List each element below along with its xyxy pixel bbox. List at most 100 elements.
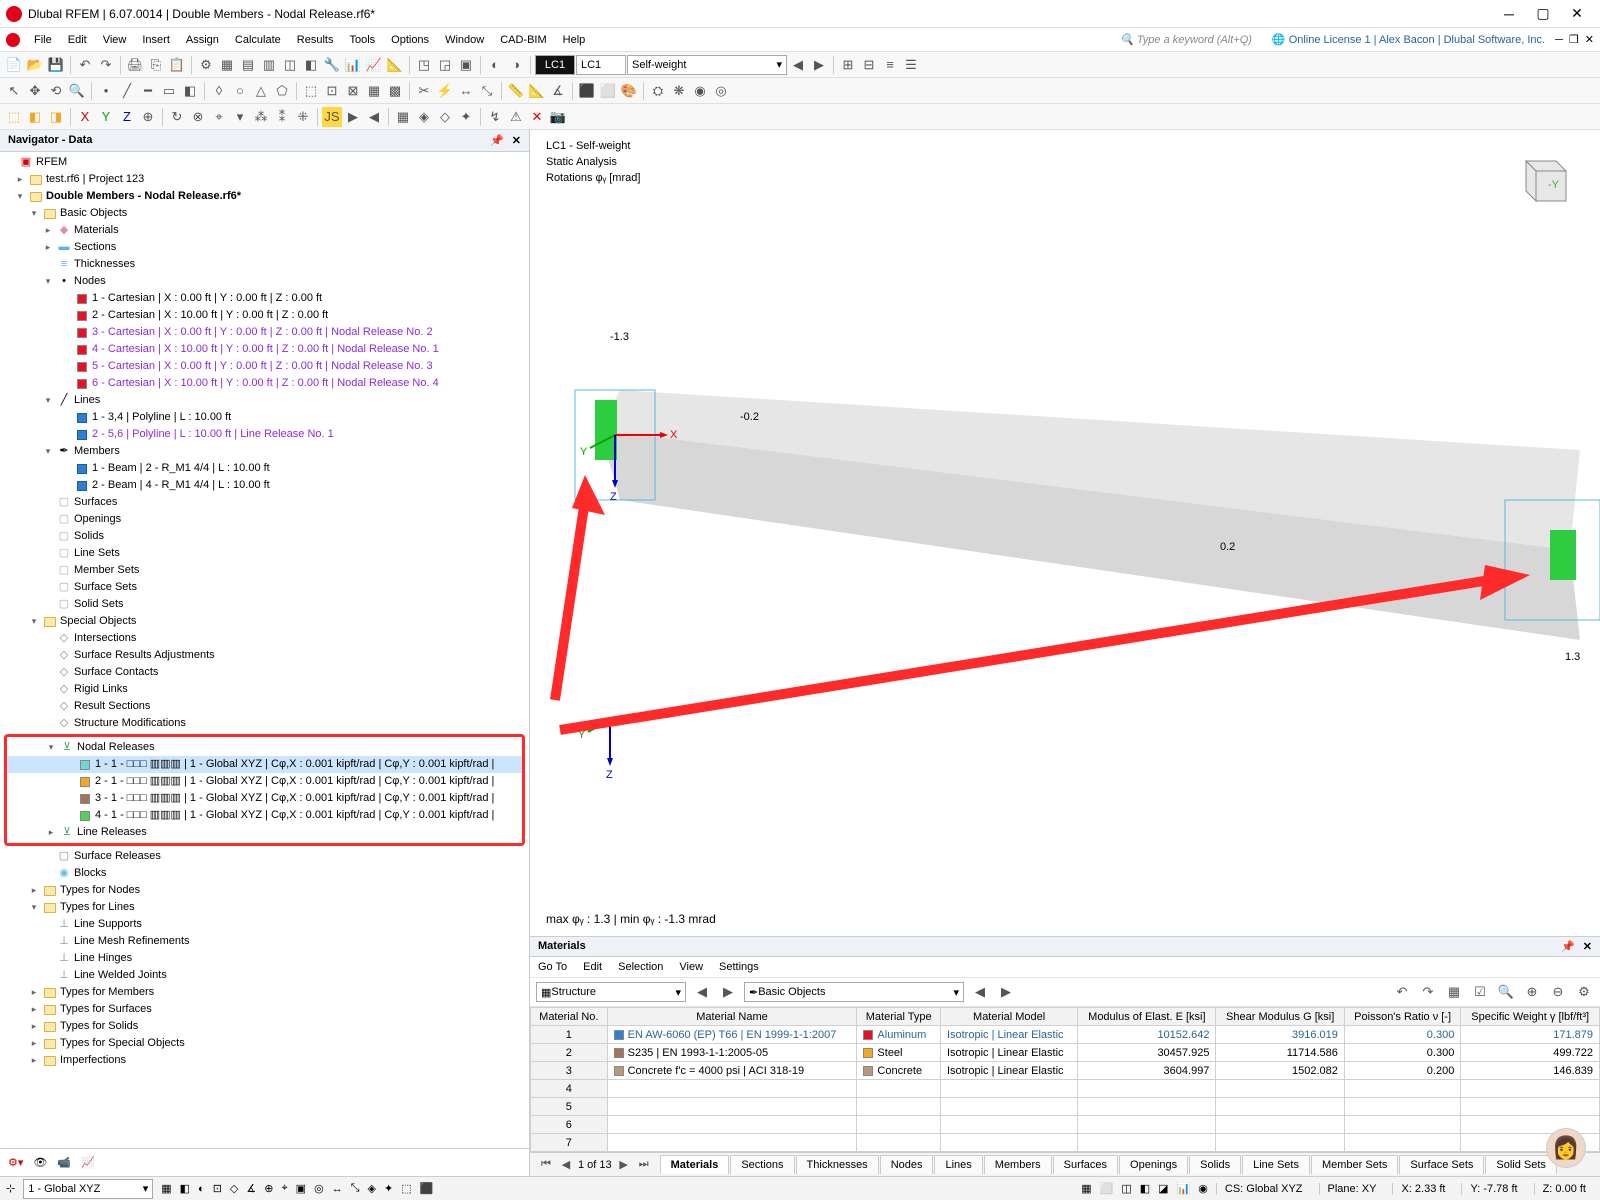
tool-icon[interactable]: 📏: [506, 81, 526, 101]
tool-icon[interactable]: ▣: [456, 55, 476, 75]
tree-item[interactable]: ▾╱Lines: [0, 392, 529, 409]
tool-icon[interactable]: ◳: [414, 55, 434, 75]
tab-nodes[interactable]: Nodes: [880, 1155, 934, 1174]
basic-objects-select[interactable]: ✒ Basic Objects▾: [744, 982, 964, 1002]
tool-icon[interactable]: ↶: [1392, 982, 1412, 1002]
js-icon[interactable]: JS: [322, 107, 342, 127]
tool-icon[interactable]: 🎨: [619, 81, 639, 101]
tree-item[interactable]: ▾Types for Lines: [0, 899, 529, 916]
panel-close-icon[interactable]: ✕: [1583, 941, 1592, 953]
tree-item[interactable]: ◇Structure Modifications: [0, 715, 529, 732]
tree-item[interactable]: ▢Surface Sets: [0, 579, 529, 596]
tool-icon[interactable]: ⁜: [293, 107, 313, 127]
tool-icon[interactable]: ⊟: [859, 55, 879, 75]
tool-icon[interactable]: ◉: [690, 81, 710, 101]
close-button[interactable]: ✕: [1560, 3, 1594, 25]
tree-item[interactable]: ◇Surface Results Adjustments: [0, 647, 529, 664]
lc-code[interactable]: LC1: [576, 55, 626, 75]
sb-icon[interactable]: ∡: [246, 1182, 256, 1195]
prev-page-icon[interactable]: ◀: [558, 1158, 574, 1171]
tool-icon[interactable]: ○: [230, 81, 250, 101]
tool-icon[interactable]: ▥: [259, 55, 279, 75]
nodal-release-item[interactable]: 1 - 1 - □□□ ▥▥▥ | 1 - Global XYZ | Cφ,X …: [7, 756, 522, 773]
tree-line[interactable]: 2 - 5,6 | Polyline | L : 10.00 ft | Line…: [0, 426, 529, 443]
tool-icon[interactable]: ⚡: [435, 81, 455, 101]
col-header[interactable]: Material Type: [857, 1008, 941, 1026]
next-icon[interactable]: ▶: [809, 55, 829, 75]
cube-icon[interactable]: ◧: [25, 107, 45, 127]
sb-icon[interactable]: ◐: [198, 1183, 205, 1195]
tool-icon[interactable]: ⊗: [188, 107, 208, 127]
tool-icon[interactable]: 🔍: [1496, 982, 1516, 1002]
tool-icon[interactable]: ✂: [414, 81, 434, 101]
tool-icon[interactable]: ↻: [167, 107, 187, 127]
tool-icon[interactable]: ⊠: [343, 81, 363, 101]
tree-item[interactable]: ◇Surface Contacts: [0, 664, 529, 681]
nodal-release-item[interactable]: 4 - 1 - □□□ ▥▥▥ | 1 - Global XYZ | Cφ,X …: [7, 807, 522, 824]
tree-item[interactable]: ▸▬Sections: [0, 239, 529, 256]
tool-icon[interactable]: ⊕: [138, 107, 158, 127]
menu-close-icon[interactable]: ✕: [1585, 33, 1594, 46]
tool-icon[interactable]: 📐: [385, 55, 405, 75]
panel-menu-settings[interactable]: Settings: [719, 961, 759, 973]
tab-surfaces[interactable]: Surfaces: [1053, 1155, 1118, 1174]
table-row[interactable]: 2 S235 | EN 1993-1-1:2005-05 Steel Isotr…: [531, 1044, 1600, 1062]
sb-icon[interactable]: ⬜: [1100, 1182, 1114, 1195]
camera-icon[interactable]: 📷: [548, 107, 568, 127]
sb-icon[interactable]: ◧: [1140, 1182, 1150, 1195]
tool-icon[interactable]: ◊: [209, 81, 229, 101]
tree-item[interactable]: ▾•Nodes: [0, 273, 529, 290]
tree-line[interactable]: 1 - 3,4 | Polyline | L : 10.00 ft: [0, 409, 529, 426]
tool-icon[interactable]: ⌖: [209, 107, 229, 127]
menu-options[interactable]: Options: [383, 31, 437, 49]
prev-icon[interactable]: ◀: [692, 982, 712, 1002]
tool-icon[interactable]: ≡: [880, 55, 900, 75]
col-header[interactable]: Material No.: [531, 1008, 608, 1026]
tool-icon[interactable]: ▩: [385, 81, 405, 101]
keyword-search[interactable]: 🔍 Type a keyword (Alt+Q): [1120, 33, 1252, 46]
cube-icon[interactable]: ⬚: [4, 107, 24, 127]
sb-icon[interactable]: ⤡: [351, 1182, 360, 1195]
menu-insert[interactable]: Insert: [134, 31, 178, 49]
tree-item[interactable]: ▸Types for Special Objects: [0, 1035, 529, 1052]
tool-icon[interactable]: ▾: [230, 107, 250, 127]
col-header[interactable]: Specific Weight γ [lbf/ft³]: [1461, 1008, 1600, 1026]
tree-member[interactable]: 1 - Beam | 2 - R_M1 4/4 | L : 10.00 ft: [0, 460, 529, 477]
tree-node[interactable]: 4 - Cartesian | X : 10.00 ft | Y : 0.00 …: [0, 341, 529, 358]
tree-item[interactable]: ⊥Line Supports: [0, 916, 529, 933]
panel-menu-view[interactable]: View: [679, 961, 703, 973]
menu-view[interactable]: View: [95, 31, 135, 49]
col-header[interactable]: Material Name: [607, 1008, 857, 1026]
tool-icon[interactable]: ⊞: [838, 55, 858, 75]
tree-item[interactable]: ▸Types for Members: [0, 984, 529, 1001]
sb-icon[interactable]: ⬛: [420, 1182, 434, 1195]
tool-icon[interactable]: ⤡: [477, 81, 497, 101]
sb-icon[interactable]: ⌖: [281, 1182, 287, 1195]
tool-icon[interactable]: 📊: [343, 55, 363, 75]
tab-line-sets[interactable]: Line Sets: [1242, 1155, 1310, 1174]
tree-node[interactable]: 3 - Cartesian | X : 0.00 ft | Y : 0.00 f…: [0, 324, 529, 341]
sb-icon[interactable]: ▦: [161, 1182, 171, 1195]
tool-icon[interactable]: ❋: [669, 81, 689, 101]
surface-icon[interactable]: ▭: [159, 81, 179, 101]
sb-icon[interactable]: ↔: [332, 1183, 343, 1195]
nav-camera-icon[interactable]: 📹: [57, 1156, 71, 1169]
tool-icon[interactable]: ◑: [506, 55, 526, 75]
sb-icon[interactable]: 📊: [1177, 1182, 1191, 1195]
sb-icon[interactable]: ◫: [1121, 1182, 1131, 1195]
solid-icon[interactable]: ◧: [180, 81, 200, 101]
nodal-release-item[interactable]: 2 - 1 - □□□ ▥▥▥ | 1 - Global XYZ | Cφ,X …: [7, 773, 522, 790]
table-row[interactable]: 7: [531, 1134, 1600, 1152]
tree-item[interactable]: ◇Intersections: [0, 630, 529, 647]
tool-icon[interactable]: ⁂: [251, 107, 271, 127]
last-page-icon[interactable]: ⏭: [636, 1158, 652, 1171]
menu-tools[interactable]: Tools: [341, 31, 383, 49]
sb-icon[interactable]: ◇: [230, 1182, 238, 1195]
open-icon[interactable]: 📂: [25, 55, 45, 75]
sb-icon[interactable]: ⊕: [264, 1182, 273, 1195]
tree-member[interactable]: 2 - Beam | 4 - R_M1 4/4 | L : 10.00 ft: [0, 477, 529, 494]
new-icon[interactable]: 📄: [4, 55, 24, 75]
tool-icon[interactable]: ⬚: [301, 81, 321, 101]
tool-icon[interactable]: ◎: [711, 81, 731, 101]
tree-node[interactable]: 5 - Cartesian | X : 0.00 ft | Y : 0.00 f…: [0, 358, 529, 375]
